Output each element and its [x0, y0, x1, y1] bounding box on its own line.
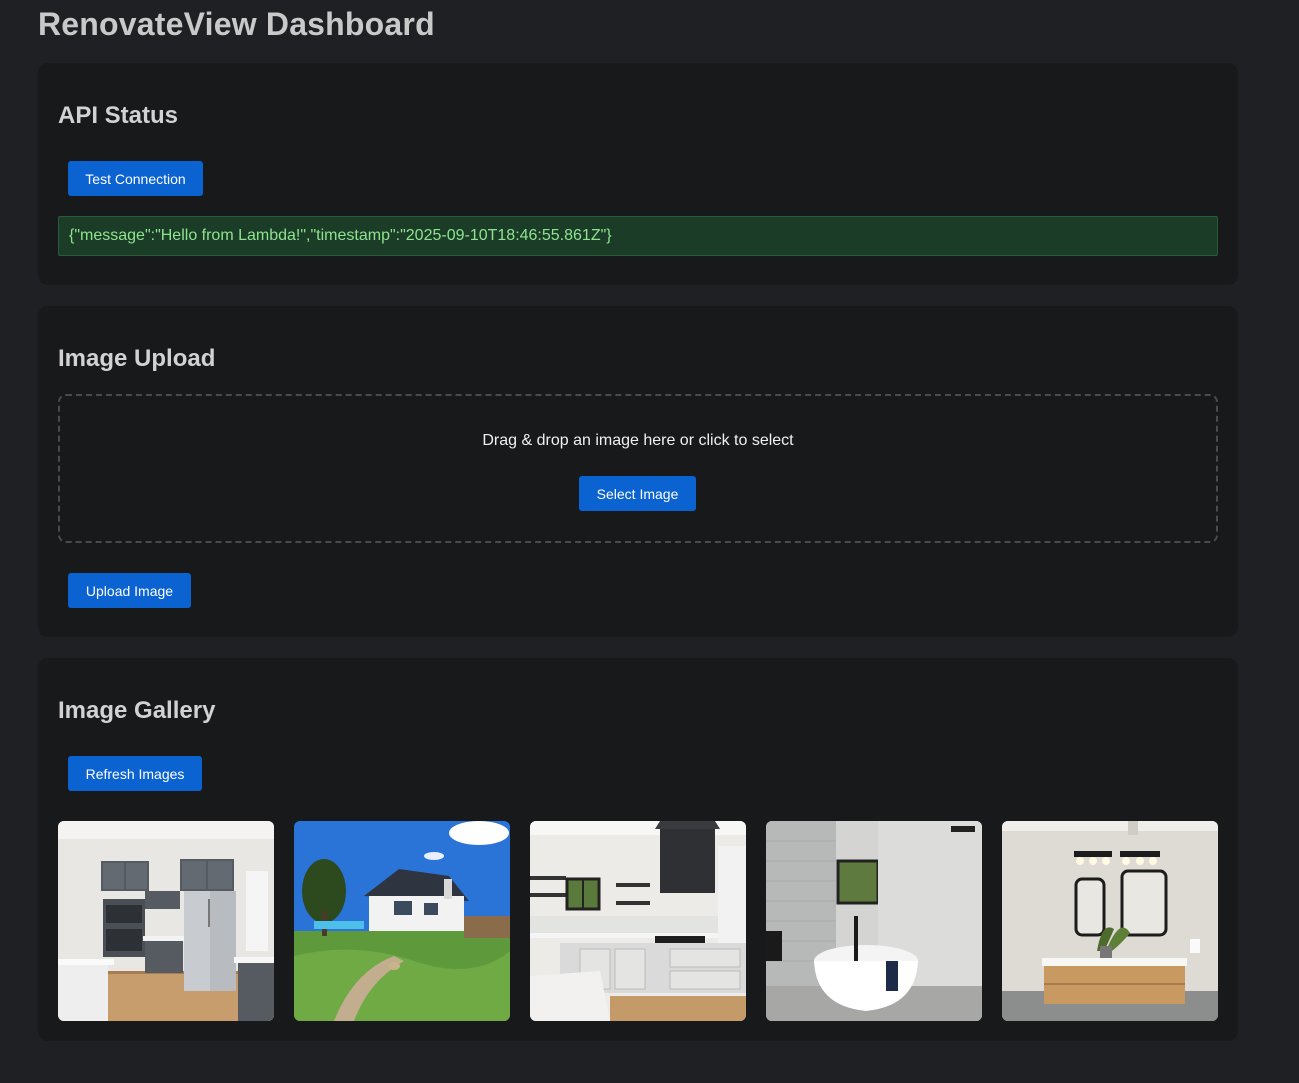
bathroom-vanity-photo [1002, 821, 1218, 1021]
image-dropzone[interactable]: Drag & drop an image here or click to se… [58, 394, 1218, 543]
select-image-button[interactable]: Select Image [579, 476, 696, 511]
image-gallery-card: Image Gallery Refresh Images [38, 658, 1238, 1041]
gallery-image-kitchen-white[interactable] [530, 821, 746, 1021]
image-gallery-grid [58, 821, 1218, 1021]
api-status-card: API Status Test Connection {"message":"H… [38, 63, 1238, 285]
api-response-output: {"message":"Hello from Lambda!","timesta… [58, 216, 1218, 256]
image-upload-heading: Image Upload [58, 345, 216, 372]
house-exterior-photo [294, 821, 510, 1021]
bathroom-tub-photo [766, 821, 982, 1021]
image-upload-card: Image Upload Drag & drop an image here o… [38, 306, 1238, 637]
dropzone-instructions: Drag & drop an image here or click to se… [482, 432, 794, 449]
image-gallery-heading: Image Gallery [58, 697, 216, 724]
upload-image-button[interactable]: Upload Image [68, 573, 191, 608]
kitchen-photo [58, 821, 274, 1021]
dashboard-page: RenovateView Dashboard API Status Test C… [0, 0, 1299, 1083]
gallery-image-house-exterior[interactable] [294, 821, 510, 1021]
gallery-image-bathroom-tub[interactable] [766, 821, 982, 1021]
refresh-images-button[interactable]: Refresh Images [68, 756, 202, 791]
gallery-image-kitchen-gray[interactable] [58, 821, 274, 1021]
kitchen-white-photo [530, 821, 746, 1021]
api-status-heading: API Status [58, 102, 179, 129]
gallery-image-bathroom-vanity[interactable] [1002, 821, 1218, 1021]
page-title: RenovateView Dashboard [38, 6, 435, 42]
test-connection-button[interactable]: Test Connection [68, 161, 203, 196]
